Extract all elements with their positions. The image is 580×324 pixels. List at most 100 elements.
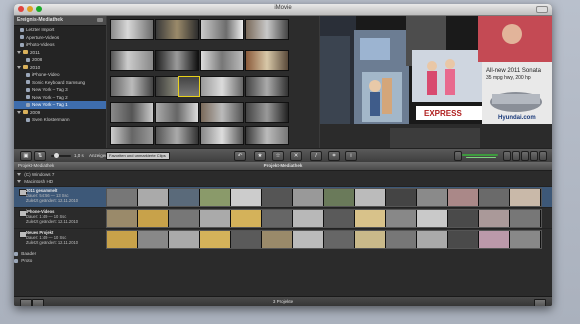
clip-thumbnail[interactable] (155, 50, 199, 71)
svg-text:All-new 2011 Sonata: All-new 2011 Sonata (486, 68, 542, 74)
event-item[interactable]: iPhoto-Videos (14, 41, 106, 49)
clip-thumbnail[interactable] (200, 50, 244, 71)
disclosure-icon[interactable] (17, 173, 21, 177)
disclosure-icon[interactable] (17, 110, 21, 114)
swap-button[interactable]: ⇅ (34, 151, 46, 161)
project-row[interactable]: 2011 gesammelt Dauer: 54:56 — 13 Ssc Zul… (14, 186, 552, 207)
music-browser-button[interactable] (503, 151, 511, 161)
transitions-browser-button[interactable] (530, 151, 538, 161)
star-icon (26, 102, 30, 107)
drive-row[interactable]: Macintosh HD (14, 178, 552, 185)
titles-browser-button[interactable] (521, 151, 529, 161)
project-count: 3 Projekte (272, 299, 294, 304)
project-filmstrip[interactable] (106, 230, 542, 249)
event-item[interactable]: 2010 (14, 64, 106, 72)
library-menu-icon[interactable] (97, 18, 103, 22)
reject-button[interactable]: ✕ (290, 151, 302, 161)
project-row[interactable]: iPhone-Videos Dauer: 1:49 — 10 Ssc Zulet… (14, 207, 552, 228)
project-info: 2011 gesammelt Dauer: 54:56 — 13 Ssc Zul… (26, 188, 78, 203)
clip-thumbnail[interactable] (200, 76, 244, 97)
star-icon (20, 42, 24, 47)
event-item[interactable]: Sven Klostermann (14, 116, 106, 124)
clip-thumbnail[interactable] (155, 102, 199, 123)
event-library: Ereignis-Mediathek Letzter Import Apertur… (14, 16, 106, 148)
event-item[interactable]: iPhone-Video (14, 71, 106, 79)
selected-clip-thumbnail[interactable] (178, 76, 200, 97)
library-item-row[interactable]: Baader (14, 250, 552, 257)
camera-import-button[interactable]: ▣ (20, 151, 32, 161)
clip-thumbnail[interactable] (110, 76, 154, 97)
star-icon (26, 57, 30, 62)
star-icon (20, 35, 24, 40)
clip-length-slider[interactable] (51, 153, 71, 158)
keyword-tool-button[interactable]: / (310, 151, 322, 161)
clip-thumbnail[interactable] (245, 19, 289, 40)
clip-thumbnail[interactable] (200, 126, 244, 145)
clip-thumbnail[interactable] (110, 126, 154, 145)
disclosure-icon[interactable] (17, 65, 21, 69)
project-filmstrip[interactable] (106, 209, 542, 228)
event-item-label: 2008 (32, 57, 43, 62)
clip-thumbnail[interactable] (110, 102, 154, 123)
event-item[interactable]: 2008 (14, 56, 106, 64)
event-item-label: 2009 (30, 109, 41, 115)
event-item[interactable]: New York – Tag 3 (14, 86, 106, 94)
svg-text:35 mpg hwy, 200 hp: 35 mpg hwy, 200 hp (486, 75, 531, 81)
clip-thumbnail[interactable] (200, 19, 244, 40)
svg-text:EXPRESS: EXPRESS (424, 109, 462, 118)
event-item-label: New York – Tag 2 (32, 94, 68, 100)
clip-thumbnail[interactable] (245, 76, 289, 97)
bottom-status-bar: 3 Projekte (14, 296, 552, 306)
event-item-label: Letzter Import (26, 27, 55, 32)
clip-thumbnail[interactable] (155, 126, 199, 145)
project-modified: Zuletzt geändert: 12.11.2010 (26, 219, 79, 224)
event-item[interactable]: 2011 (14, 49, 106, 57)
project-filmstrip[interactable] (106, 188, 542, 207)
event-item-label: Aperture-Videos (26, 34, 60, 40)
project-row[interactable]: Neues Projekt Dauer: 1:49 — 10 Ssc Zulet… (14, 228, 552, 249)
drive-row[interactable]: (C) Windows 7 (14, 171, 552, 178)
event-item[interactable]: Sonic Keyboard Samsung (14, 79, 106, 87)
event-item-label: New York – Tag 1 (32, 102, 68, 107)
library-item-row[interactable]: Proto (14, 257, 552, 264)
drive-label: Macintosh HD (24, 179, 54, 184)
duration-label: 1,0 s (74, 153, 84, 158)
clip-thumbnail[interactable] (110, 19, 154, 40)
maps-browser-button[interactable] (539, 151, 547, 161)
event-library-header: Ereignis-Mediathek (14, 16, 106, 26)
event-item[interactable]: Aperture-Videos (14, 34, 106, 42)
star-icon (26, 87, 30, 92)
item-icon (14, 258, 18, 263)
slider-knob[interactable] (54, 153, 59, 158)
star-icon (26, 80, 30, 85)
disclosure-icon[interactable] (17, 180, 21, 184)
clip-thumbnail[interactable] (245, 50, 289, 71)
list-view-button[interactable] (534, 299, 546, 306)
crop-button[interactable]: ⌗ (328, 151, 340, 161)
project-info: Neues Projekt Dauer: 1:49 — 10 Ssc Zulet… (26, 230, 78, 245)
clip-thumbnail[interactable] (155, 19, 199, 40)
clip-thumbnail[interactable] (110, 50, 154, 71)
info-button[interactable]: i (345, 151, 357, 161)
photo-browser-button[interactable] (512, 151, 520, 161)
drive-label: (C) Windows 7 (24, 172, 55, 177)
event-item[interactable]: New York – Tag 1 (14, 101, 106, 109)
clip-thumbnail[interactable] (245, 102, 289, 123)
event-library-title: Ereignis-Mediathek (17, 17, 63, 23)
project-modified: Zuletzt geändert: 12.11.2010 (26, 240, 79, 245)
event-item[interactable]: 2009 (14, 109, 106, 117)
star-icon (26, 72, 30, 77)
event-item[interactable]: New York – Tag 2 (14, 94, 106, 102)
voiceover-button[interactable] (454, 151, 462, 161)
event-item-label: 2010 (30, 64, 41, 70)
clip-thumbnail[interactable] (200, 102, 244, 123)
event-item[interactable]: Letzter Import (14, 26, 106, 34)
disclosure-icon[interactable] (17, 50, 21, 54)
favorite-button[interactable]: ★ (254, 151, 266, 161)
toolbar-toggle-button[interactable] (536, 6, 548, 13)
clip-thumbnail[interactable] (245, 126, 289, 145)
show-filter-popup[interactable]: Favoriten und unmarkierte Clips (106, 152, 170, 160)
star-icon (26, 117, 30, 122)
undo-button[interactable]: ↶ (234, 151, 246, 161)
unmark-button[interactable]: ☆ (272, 151, 284, 161)
